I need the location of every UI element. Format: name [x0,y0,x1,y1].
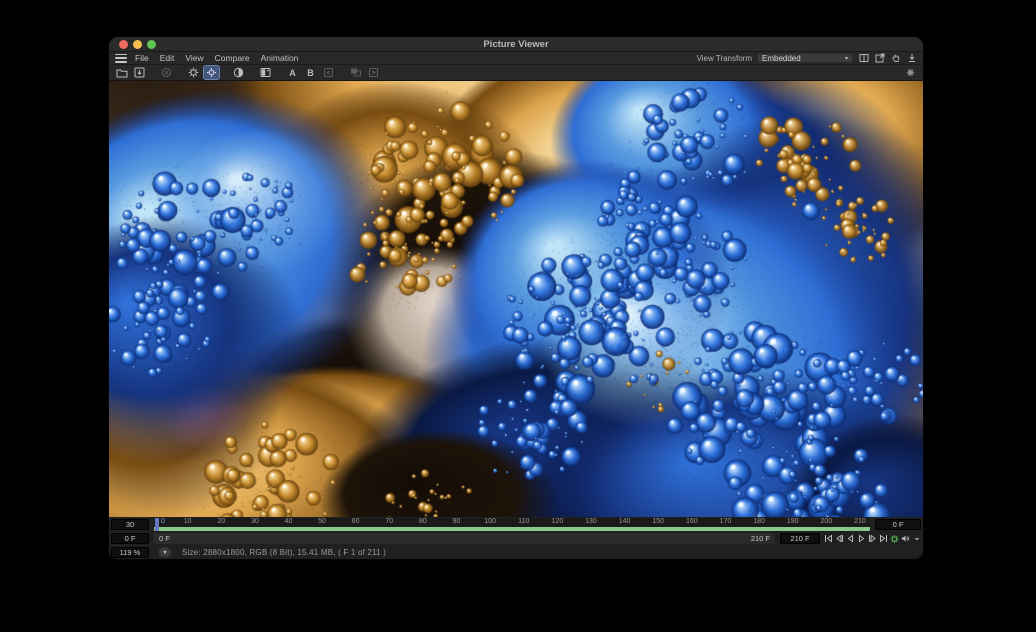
download-icon[interactable] [906,53,917,64]
ruler-tick-label: 30 [251,518,259,525]
range-end-field[interactable]: 210 F [780,533,820,544]
settings-gear-icon[interactable] [186,66,201,79]
play-forward-button[interactable] [857,533,866,544]
next-frame-button[interactable] [868,533,877,544]
range-start-label: 0 F [159,534,170,543]
menu-animation[interactable]: Animation [261,53,299,63]
view-transform-select[interactable]: Embedded ▾ [757,53,853,63]
picture-viewer-window: Picture Viewer File Edit View Compare An… [108,36,924,560]
stop-render-icon [159,66,174,79]
goto-end-button[interactable] [879,533,888,544]
save-icon[interactable] [132,66,147,79]
fps-field[interactable]: 30 [111,519,149,530]
status-info-text: Size: 2880x1800, RGB (8 Bit), 15.41 MB, … [182,548,386,557]
ruler-tick-label: 120 [552,518,564,525]
ruler-tick-label: 110 [518,518,529,525]
ruler-tick-label: 150 [652,518,664,525]
previous-frame-button[interactable] [835,533,844,544]
timeline-panel: 30 0 10 20 30 40 50 60 70 80 90 100 110 120 130 140 150… [109,517,923,560]
rendered-image [109,81,923,517]
pop-out-icon[interactable] [874,53,885,64]
image-viewport[interactable] [109,81,923,517]
play-backward-button[interactable] [846,533,855,544]
chevron-down-icon: ▾ [845,55,848,62]
ruler-tick-label: 180 [753,518,765,525]
split-view-icon[interactable] [858,53,869,64]
menu-compare[interactable]: Compare [215,53,250,63]
ruler-tick-label: 80 [419,518,427,525]
ruler-tick-label: 190 [787,518,799,525]
range-end-label: 210 F [751,534,770,543]
zoom-level-field[interactable]: 119 % [111,547,149,558]
ruler-tick-label: 210 [854,518,866,525]
goto-start-button[interactable] [824,533,833,544]
ruler-tick-label: 0 [161,518,165,525]
menu-view[interactable]: View [185,53,203,63]
ruler-tick-label: 160 [686,518,698,525]
view-transform-value: Embedded [762,54,845,63]
transport-controls [824,533,921,544]
menu-file[interactable]: File [135,53,149,63]
ruler-tick-label: 10 [184,518,192,525]
range-start-field[interactable]: 0 F [111,533,149,544]
fullscreen-icon[interactable] [903,66,918,79]
ruler-tick-label: 60 [352,518,360,525]
zoom-dropdown-button[interactable]: ▼ [158,547,172,558]
ruler-tick-label: 170 [720,518,732,525]
set-a-button[interactable]: A [285,66,300,79]
toolbar: A B [109,65,923,81]
menu-edit[interactable]: Edit [160,53,175,63]
preview-range-bar[interactable]: 0 F 210 F [154,533,775,544]
view-transform-label: View Transform [697,54,752,63]
display-options-gear-icon[interactable] [204,66,219,79]
ruler-tick-label: 50 [318,518,326,525]
apply-ab-icon [366,66,381,79]
playback-options-button[interactable] [912,533,921,544]
set-b-button[interactable]: B [303,66,318,79]
ruler-tick-label: 20 [217,518,225,525]
range-row: 0 F 0 F 210 F 210 F [111,532,921,545]
window-title: Picture Viewer [109,39,923,50]
hand-pan-icon[interactable] [890,53,901,64]
swap-ab-icon [321,66,336,79]
ruler-row: 30 0 10 20 30 40 50 60 70 80 90 100 110 120 130 140 150… [111,518,921,531]
copy-ab-icon [348,66,363,79]
ruler-tick-label: 90 [453,518,461,525]
loop-playback-icon[interactable] [890,533,899,544]
ab-split-view-icon[interactable] [258,66,273,79]
hamburger-menu-icon[interactable] [115,54,127,63]
contrast-filter-icon[interactable] [231,66,246,79]
playhead[interactable] [155,518,159,531]
ruler-tick-label: 40 [285,518,293,525]
titlebar[interactable]: Picture Viewer [109,37,923,52]
ruler-tick-label: 100 [484,518,496,525]
current-frame-field[interactable]: 0 F [875,519,921,530]
ruler-tick-label: 130 [585,518,597,525]
menubar: File Edit View Compare Animation View Tr… [109,52,923,65]
cache-bar [154,527,870,531]
open-folder-icon[interactable] [114,66,129,79]
ruler-tick-label: 200 [820,518,832,525]
sound-toggle-icon[interactable] [901,533,910,544]
ruler-tick-label: 70 [385,518,393,525]
status-row: 119 % ▼ Size: 2880x1800, RGB (8 Bit), 15… [111,546,921,559]
ruler-tick-label: 140 [619,518,631,525]
timeline-ruler[interactable]: 0 10 20 30 40 50 60 70 80 90 100 110 120 130 140 150 160… [154,518,870,531]
